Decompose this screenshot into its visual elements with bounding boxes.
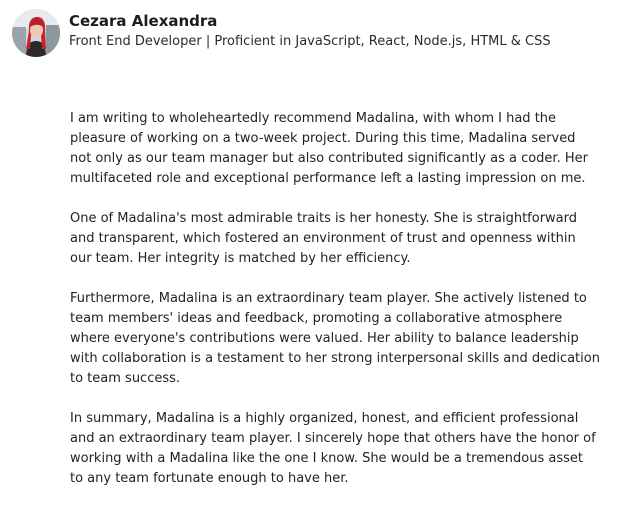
recommendation-text: I am writing to wholeheartedly recommend…: [70, 109, 622, 509]
author-headline: Front End Developer | Proficient in Java…: [69, 34, 551, 49]
recommendation-paragraph: I am writing to wholeheartedly recommend…: [70, 111, 588, 186]
profile-photo-icon: [12, 9, 60, 57]
recommendation-paragraph: Furthermore, Madalina is an extraordinar…: [70, 291, 600, 386]
recommendation-header: Cezara Alexandra Front End Developer | P…: [12, 9, 551, 57]
recommendation-paragraph: In summary, Madalina is a highly organiz…: [70, 411, 596, 486]
author-name[interactable]: Cezara Alexandra: [69, 10, 551, 32]
avatar[interactable]: [12, 9, 60, 57]
recommendation-paragraph: One of Madalina's most admirable traits …: [70, 211, 578, 266]
